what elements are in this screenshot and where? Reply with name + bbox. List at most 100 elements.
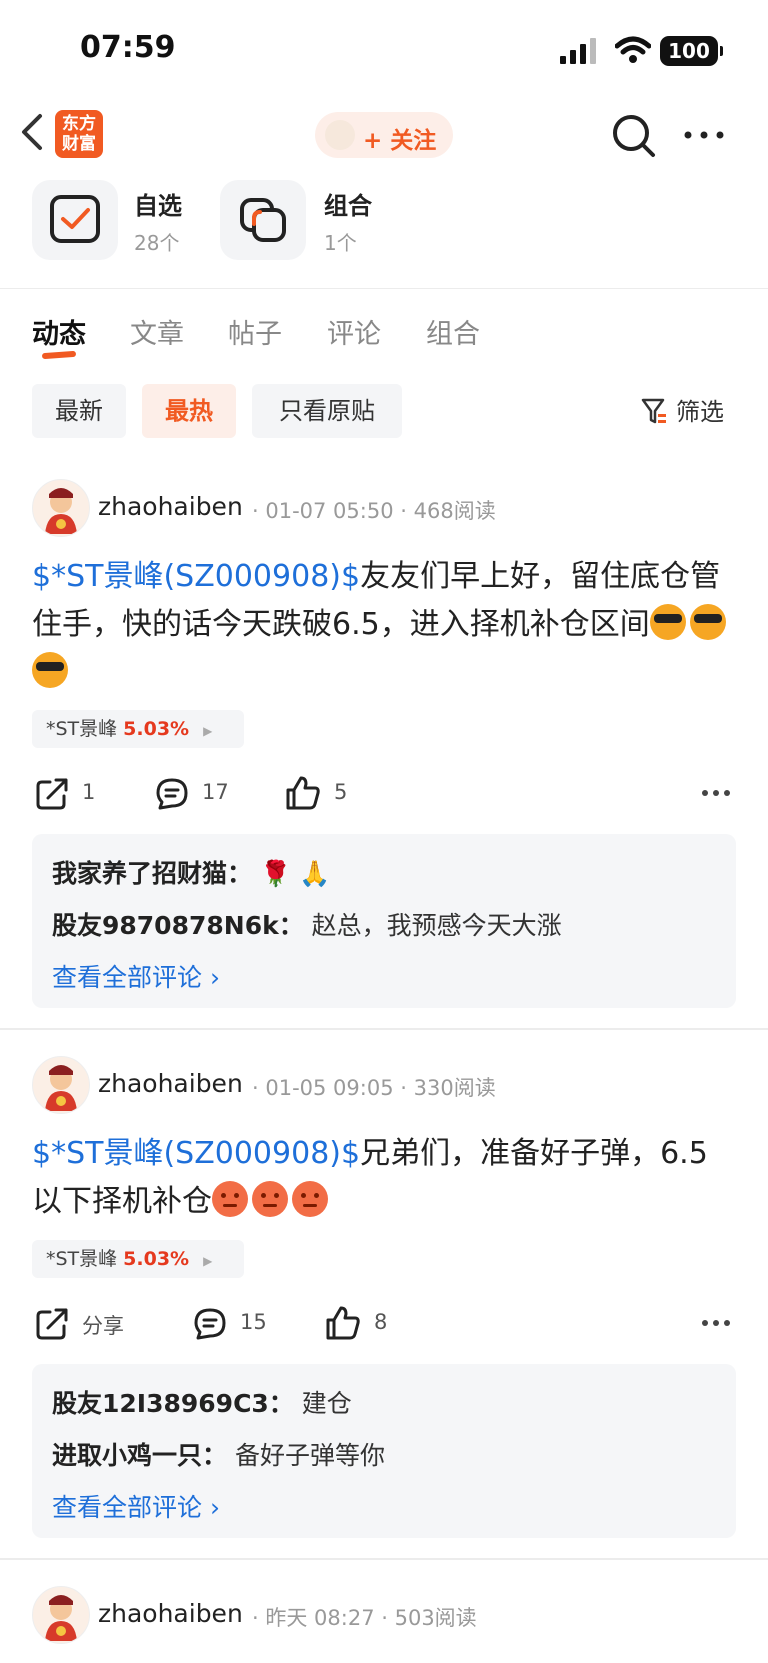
angry-emoji-icon bbox=[292, 1181, 328, 1217]
share-icon[interactable] bbox=[34, 776, 70, 812]
author-name[interactable]: zhaohaiben bbox=[98, 1599, 243, 1628]
comment-preview-2: 进取小鸡一只： 备好子弹等你 bbox=[52, 1436, 385, 1472]
commenter-name: 股友9870878N6k： bbox=[52, 911, 304, 940]
avatar-figure-icon bbox=[45, 1065, 77, 1111]
post-body[interactable]: $*ST景峰(SZ000908)$兄弟们，准备好子弹，6.5以下择机补仓 bbox=[32, 1130, 732, 1226]
filter-hot[interactable]: 最热 bbox=[142, 384, 236, 438]
angry-emoji-icon bbox=[212, 1181, 248, 1217]
user-avatar-small bbox=[325, 120, 355, 150]
watchlist-tile-icon[interactable] bbox=[32, 180, 118, 260]
comment-text: 赵总，我预感今天大涨 bbox=[311, 911, 562, 940]
filter-label: 筛选 bbox=[676, 398, 724, 426]
commenter-name: 股友12I38969C3： bbox=[52, 1389, 294, 1418]
share-label: 分享 bbox=[82, 1314, 124, 1338]
post-separator bbox=[0, 1558, 768, 1560]
view-all-comments-link[interactable]: 查看全部评论 › bbox=[52, 1488, 220, 1524]
post-time: 昨天 08:27 bbox=[265, 1606, 375, 1630]
avatar-figure-icon bbox=[45, 1595, 77, 1641]
comment-icon[interactable] bbox=[192, 1306, 228, 1342]
author-name[interactable]: zhaohaiben bbox=[98, 492, 243, 521]
stock-link[interactable]: $*ST景峰(SZ000908)$ bbox=[32, 559, 360, 594]
cellular-signal-icon bbox=[560, 38, 596, 64]
stock-link[interactable]: $*ST景峰(SZ000908)$ bbox=[32, 1136, 360, 1171]
share-icon[interactable] bbox=[34, 1306, 70, 1342]
author-avatar[interactable] bbox=[32, 1586, 90, 1644]
comment-icon[interactable] bbox=[154, 776, 190, 812]
tab-comments[interactable]: 评论 bbox=[327, 312, 381, 351]
comment-count: 17 bbox=[202, 780, 229, 804]
filter-latest[interactable]: 最新 bbox=[32, 384, 126, 438]
active-tab-indicator bbox=[41, 350, 77, 360]
post-separator bbox=[0, 1028, 768, 1030]
funnel-icon bbox=[641, 398, 666, 424]
portfolio-count: 1个 bbox=[324, 231, 357, 255]
post-meta: · 昨天 08:27 · 503阅读 bbox=[252, 1606, 477, 1630]
like-thumb-icon[interactable] bbox=[324, 1304, 362, 1342]
comment-text: 🌹 🙏 bbox=[259, 859, 331, 888]
stock-tag-name: *ST景峰 bbox=[46, 718, 118, 740]
follow-button[interactable]: + 关注 bbox=[315, 112, 453, 158]
comment-preview-1: 股友12I38969C3： 建仓 bbox=[52, 1384, 352, 1420]
like-count: 5 bbox=[334, 780, 348, 804]
post-time: 01-07 05:50 bbox=[265, 499, 394, 523]
like-count: 8 bbox=[374, 1310, 388, 1334]
overlap-squares-icon bbox=[240, 198, 286, 242]
comment-text: 备好子弹等你 bbox=[234, 1441, 385, 1470]
watchlist-count: 28个 bbox=[134, 231, 180, 255]
post-more-icon[interactable] bbox=[700, 1312, 732, 1334]
follow-label: + 关注 bbox=[363, 128, 437, 154]
share-count: 1 bbox=[82, 780, 96, 804]
divider bbox=[0, 288, 768, 289]
avatar-figure-icon bbox=[45, 488, 77, 534]
stock-tag[interactable]: *ST景峰 5.03% ▶ bbox=[32, 1240, 244, 1278]
post-more-icon[interactable] bbox=[700, 782, 732, 804]
stock-tag-change: 5.03% bbox=[123, 1248, 190, 1270]
logo-text-top: 东方 bbox=[62, 114, 96, 134]
author-avatar[interactable] bbox=[32, 1056, 90, 1114]
back-arrow-icon[interactable] bbox=[18, 112, 48, 152]
post-meta: · 01-07 05:50 · 468阅读 bbox=[252, 499, 496, 523]
post-body[interactable]: $*ST景峰(SZ000908)$友友们早上好，留住底仓管住手，快的话今天跌破6… bbox=[32, 553, 732, 697]
portfolio-tile-icon[interactable] bbox=[220, 180, 306, 260]
comment-preview-box[interactable]: 股友12I38969C3： 建仓 进取小鸡一只： 备好子弹等你 查看全部评论 › bbox=[32, 1364, 736, 1538]
wifi-icon bbox=[615, 36, 651, 63]
search-icon[interactable] bbox=[610, 112, 658, 160]
commenter-name: 进取小鸡一只： bbox=[52, 1441, 228, 1470]
checkbox-icon bbox=[50, 195, 100, 243]
tab-articles[interactable]: 文章 bbox=[130, 312, 184, 351]
comment-preview-1: 我家养了招财猫： 🌹 🙏 bbox=[52, 854, 330, 890]
comment-text: 建仓 bbox=[301, 1389, 352, 1418]
tab-posts[interactable]: 帖子 bbox=[228, 312, 282, 351]
tab-portfolio[interactable]: 组合 bbox=[426, 312, 480, 351]
author-avatar[interactable] bbox=[32, 479, 90, 537]
view-all-comments-link[interactable]: 查看全部评论 › bbox=[52, 958, 220, 994]
cool-emoji-icon bbox=[32, 652, 68, 688]
emoji-angry-icons bbox=[212, 1181, 332, 1219]
stock-tag[interactable]: *ST景峰 5.03% ▶ bbox=[32, 710, 244, 748]
tab-dynamics[interactable]: 动态 bbox=[32, 312, 86, 351]
like-thumb-icon[interactable] bbox=[284, 774, 322, 812]
post-reads: 330阅读 bbox=[413, 1076, 496, 1100]
cool-emoji-icon bbox=[689, 604, 726, 640]
filter-button[interactable]: 筛选 bbox=[640, 392, 724, 427]
status-time: 07:59 bbox=[80, 30, 176, 65]
post-time: 01-05 09:05 bbox=[265, 1076, 394, 1100]
post-reads: 468阅读 bbox=[413, 499, 496, 523]
comment-count: 15 bbox=[240, 1310, 267, 1334]
cool-emoji-icon bbox=[649, 604, 686, 640]
watchlist-title[interactable]: 自选 bbox=[134, 186, 182, 221]
play-arrow-icon: ▶ bbox=[203, 724, 213, 738]
more-menu-icon[interactable] bbox=[680, 120, 728, 150]
filter-original-only[interactable]: 只看原贴 bbox=[252, 384, 402, 438]
comment-preview-box[interactable]: 我家养了招财猫： 🌹 🙏 股友9870878N6k： 赵总，我预感今天大涨 查看… bbox=[32, 834, 736, 1008]
commenter-name: 我家养了招财猫： bbox=[52, 859, 253, 888]
author-name[interactable]: zhaohaiben bbox=[98, 1069, 243, 1098]
stock-tag-name: *ST景峰 bbox=[46, 1248, 118, 1270]
post-reads: 503阅读 bbox=[394, 1606, 477, 1630]
play-arrow-icon: ▶ bbox=[203, 1254, 213, 1268]
logo-text-bottom: 财富 bbox=[62, 134, 96, 154]
portfolio-title[interactable]: 组合 bbox=[324, 186, 372, 221]
angry-emoji-icon bbox=[252, 1181, 288, 1217]
app-logo: 东方 财富 bbox=[55, 110, 103, 158]
stock-tag-change: 5.03% bbox=[123, 718, 190, 740]
